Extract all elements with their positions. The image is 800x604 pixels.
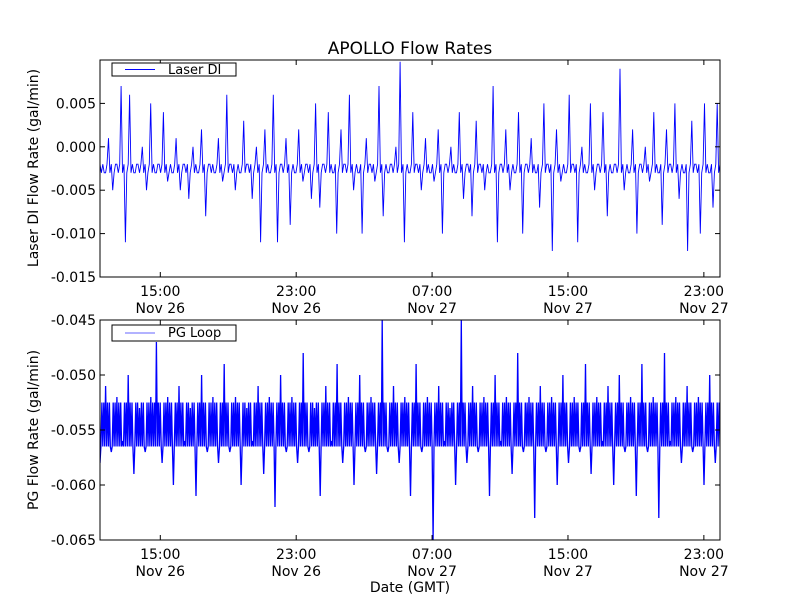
x-tick-label: Nov 27 [679, 564, 729, 580]
pg-loop-axes: -0.045-0.050-0.055-0.060-0.06515:00Nov 2… [26, 313, 729, 596]
legend-label: Laser DI [168, 63, 221, 78]
y-tick-label: -0.015 [51, 270, 96, 286]
y-tick-label: -0.005 [51, 183, 96, 199]
x-tick-label: 15:00 [548, 547, 588, 563]
x-tick-label: Nov 27 [407, 301, 457, 317]
y-tick-label: -0.065 [51, 533, 96, 549]
chart-title: APOLLO Flow Rates [328, 39, 493, 59]
y-tick-label: -0.060 [51, 478, 96, 494]
laser-di-series-line [100, 61, 720, 252]
laser-di-axes: 0.0050.000-0.005-0.010-0.01515:00Nov 262… [26, 59, 729, 317]
x-tick-label: 15:00 [140, 547, 180, 563]
y-axis-label: PG Flow Rate (gal/min) [26, 350, 42, 510]
x-tick-label: 23:00 [276, 284, 316, 300]
x-tick-label: Nov 27 [679, 301, 729, 317]
x-tick-label: 23:00 [276, 547, 316, 563]
pg-loop-series-line [100, 320, 720, 540]
y-axis-label: Laser DI Flow Rate (gal/min) [26, 69, 42, 267]
x-tick-label: 23:00 [684, 284, 724, 300]
y-tick-label: 0.005 [56, 96, 96, 112]
axes-frame [99, 59, 721, 278]
x-tick-label: Nov 27 [407, 564, 457, 580]
y-tick-label: 0.000 [56, 140, 96, 156]
x-tick-label: 07:00 [412, 284, 452, 300]
legend: Laser DI [111, 62, 237, 78]
x-tick-label: Nov 26 [136, 301, 186, 317]
x-tick-label: 07:00 [412, 547, 452, 563]
legend-label: PG Loop [168, 326, 221, 341]
y-tick-label: -0.010 [51, 227, 96, 243]
figure: APOLLO Flow Rates 0.005 0.000 -0.005 -0.010… [26, 39, 729, 596]
x-tick-label: Nov 26 [271, 564, 321, 580]
x-tick-label: Nov 26 [271, 301, 321, 317]
x-axis-label: Date (GMT) [370, 580, 450, 596]
x-tick-label: 23:00 [684, 547, 724, 563]
x-tick-label: 15:00 [548, 284, 588, 300]
y-tick-label: -0.050 [51, 368, 96, 384]
y-tick-label: -0.055 [51, 423, 96, 439]
x-tick-label: Nov 27 [543, 564, 593, 580]
x-tick-label: Nov 26 [136, 564, 186, 580]
y-tick-label: -0.045 [51, 313, 96, 329]
x-tick-label: 15:00 [140, 284, 180, 300]
legend: PG Loop [111, 324, 237, 342]
x-tick-label: Nov 27 [543, 301, 593, 317]
